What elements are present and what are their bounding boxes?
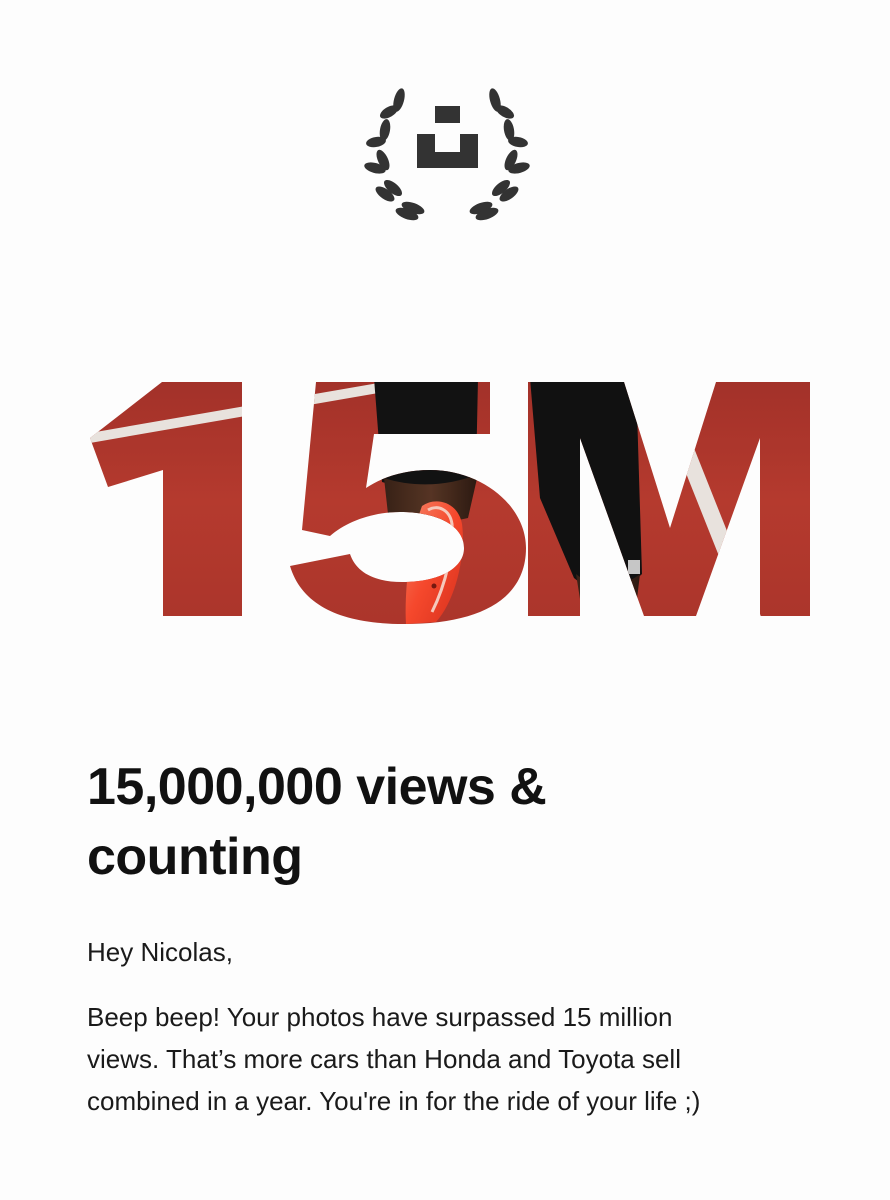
body-line: combined in a year. You're in for the ri… (87, 1086, 701, 1116)
lane-line (122, 528, 142, 624)
hero-15m-photo-text (90, 382, 810, 624)
unsplash-award-laurel-icon (364, 88, 530, 221)
unsplash-mark (417, 106, 478, 168)
body-paragraph: Beep beep! Your photos have surpassed 15… (87, 996, 847, 1122)
athlete-leg (576, 574, 640, 624)
laurel-left (364, 88, 425, 221)
spike-stud (437, 557, 443, 563)
body-line: Beep beep! Your photos have surpassed 15… (87, 1002, 673, 1032)
headline-line: 15,000,000 views & (87, 758, 547, 816)
spike-stud (433, 531, 439, 537)
body-line: views. That’s more cars than Honda and T… (87, 1044, 681, 1074)
headline-line: counting (87, 828, 303, 886)
headline: 15,000,000 views & counting (87, 752, 807, 892)
greeting: Hey Nicolas, (87, 937, 233, 967)
hero-photo (90, 382, 810, 624)
track-texture (90, 382, 810, 624)
